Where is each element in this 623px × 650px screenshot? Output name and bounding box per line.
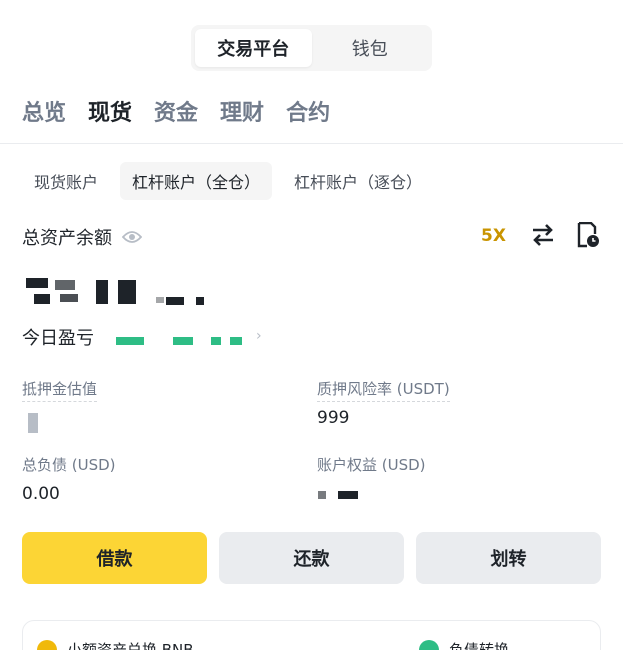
tab-overview[interactable]: 总览 <box>22 95 66 127</box>
segment-trading-platform[interactable]: 交易平台 <box>195 29 312 67</box>
total-balance-label: 总资产余额 <box>22 224 142 250</box>
tabs-divider <box>0 143 623 144</box>
total-liabilities-value: 0.00 <box>22 484 60 504</box>
segment-wallet[interactable]: 钱包 <box>312 29 429 67</box>
platform-segment: 交易平台 钱包 <box>191 25 432 71</box>
eye-icon[interactable] <box>122 230 142 244</box>
debt-conversion-label: 负债转换 <box>449 641 510 650</box>
total-balance-text: 总资产余额 <box>22 228 112 249</box>
leverage-badge[interactable]: 5X <box>481 226 506 246</box>
subtab-cross-margin[interactable]: 杠杆账户（全仓） <box>120 162 273 200</box>
tab-spot[interactable]: 现货 <box>88 95 132 127</box>
today-pnl-label: 今日盈亏 <box>22 328 94 349</box>
tab-funding[interactable]: 资金 <box>154 95 198 127</box>
debt-conversion-item[interactable]: 负债转换 <box>419 639 509 650</box>
collateral-value-masked <box>28 413 38 433</box>
repay-button[interactable]: 还款 <box>219 532 404 584</box>
transfer-button[interactable]: 划转 <box>416 532 601 584</box>
total-liabilities-label: 总负债 (USD) <box>22 456 116 474</box>
collateral-label[interactable]: 抵押金估值 <box>22 378 98 402</box>
tab-futures[interactable]: 合约 <box>286 95 330 127</box>
margin-ratio-label[interactable]: 质押风险率 (USDT) <box>317 378 450 402</box>
convert-to-bnb-item[interactable]: 小额资产兑换 BNB <box>37 639 194 650</box>
convert-to-bnb-label: 小额资产兑换 BNB <box>67 641 194 650</box>
transfer-icon[interactable] <box>531 224 555 246</box>
main-tabs: 总览 现货 资金 理财 合约 <box>22 95 330 127</box>
quick-actions-card: 小额资产兑换 BNB 负债转换 <box>22 620 601 650</box>
debt-conversion-icon <box>419 639 439 650</box>
account-subtabs: 现货账户 杠杆账户（全仓） 杠杆账户（逐仓） <box>22 162 444 200</box>
history-icon[interactable] <box>576 222 600 248</box>
tab-earn[interactable]: 理财 <box>220 95 264 127</box>
margin-ratio-value: 999 <box>317 408 350 428</box>
borrow-button[interactable]: 借款 <box>22 532 207 584</box>
subtab-isolated-margin[interactable]: 杠杆账户（逐仓） <box>282 162 434 200</box>
account-equity-label: 账户权益 (USD) <box>317 456 426 474</box>
bnb-icon <box>37 639 57 650</box>
chevron-right-icon[interactable]: › <box>256 328 262 344</box>
subtab-spot-account[interactable]: 现货账户 <box>22 162 110 200</box>
